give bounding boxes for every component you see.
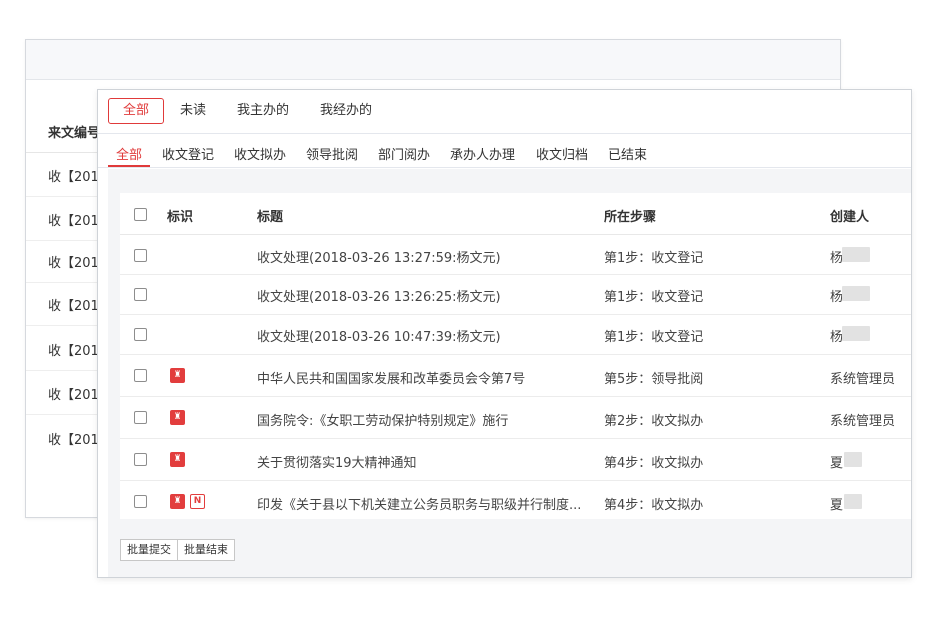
row-checkbox[interactable] (134, 288, 147, 301)
batch-action-bar: 批量提交 批量结束 (120, 539, 235, 561)
document-table: 标识 标题 所在步骤 创建人 收文处理(2018-03-26 13:27:59:… (120, 193, 911, 519)
primary-tab-bar: 全部 未读 我主办的 我经办的 (98, 90, 911, 134)
tab-step-department-review[interactable]: 部门阅办 (378, 144, 430, 163)
row-checkbox[interactable] (134, 495, 147, 508)
table-header: 标识 标题 所在步骤 创建人 (120, 193, 911, 235)
column-header-title: 标题 (257, 210, 284, 225)
row-checkbox[interactable] (134, 369, 147, 382)
row-step: 第1步：收文登记 (604, 251, 704, 266)
tab-step-registration[interactable]: 收文登记 (162, 144, 214, 163)
row-title[interactable]: 国务院令:《女职工劳动保护特别规定》施行 (257, 410, 508, 429)
row-creator: 夏 (830, 456, 844, 471)
tab-step-draft[interactable]: 收文拟办 (234, 144, 286, 163)
redacted-name (842, 326, 870, 341)
row-checkbox[interactable] (134, 411, 147, 424)
tab-hosted-by-me[interactable]: 我主办的 (222, 98, 304, 124)
row-step: 第2步：收文拟办 (604, 414, 704, 429)
row-step: 第4步：收文拟办 (604, 456, 704, 471)
table-row[interactable]: ♜ N 印发《关于县以下机关建立公务员职务与职级并行制度... 第4步：收文拟办… (120, 481, 911, 519)
row-step: 第4步：收文拟办 (604, 498, 704, 513)
tab-step-all[interactable]: 全部 (116, 144, 142, 163)
urgent-icon: ♜ (170, 368, 185, 383)
tab-step-leader-review[interactable]: 领导批阅 (306, 144, 358, 163)
row-title[interactable]: 收文处理(2018-03-26 13:27:59:杨文元) (257, 247, 501, 266)
batch-submit-button[interactable]: 批量提交 (120, 539, 178, 561)
list-area: 标识 标题 所在步骤 创建人 收文处理(2018-03-26 13:27:59:… (108, 169, 911, 577)
secondary-tab-bar: 全部 收文登记 收文拟办 领导批阅 部门阅办 承办人办理 收文归档 已结束 (98, 134, 911, 168)
urgent-icon: ♜ (170, 410, 185, 425)
new-icon: N (190, 494, 205, 509)
table-row[interactable]: 收文处理(2018-03-26 10:47:39:杨文元) 第1步：收文登记 杨 (120, 315, 911, 355)
row-creator: 系统管理员 (830, 414, 896, 429)
tab-all[interactable]: 全部 (108, 98, 165, 124)
row-checkbox[interactable] (134, 328, 147, 341)
redacted-name (842, 247, 870, 262)
tab-step-finished[interactable]: 已结束 (608, 144, 647, 163)
column-header-step: 所在步骤 (604, 210, 657, 225)
background-toolbar (26, 40, 840, 80)
row-step: 第1步：收文登记 (604, 290, 704, 305)
row-step: 第5步：领导批阅 (604, 372, 704, 387)
select-all-checkbox[interactable] (134, 208, 147, 221)
batch-end-button[interactable]: 批量结束 (178, 539, 235, 561)
table-row[interactable]: ♜ 国务院令:《女职工劳动保护特别规定》施行 第2步：收文拟办 系统管理员 (120, 397, 911, 439)
tab-step-archive[interactable]: 收文归档 (536, 144, 588, 163)
redacted-name (844, 494, 862, 509)
row-title[interactable]: 中华人民共和国国家发展和改革委员会令第7号 (257, 368, 525, 387)
tab-step-handler[interactable]: 承办人办理 (450, 144, 515, 163)
urgent-icon: ♜ (170, 452, 185, 467)
row-title[interactable]: 收文处理(2018-03-26 10:47:39:杨文元) (257, 326, 501, 345)
table-row[interactable]: 收文处理(2018-03-26 13:26:25:杨文元) 第1步：收文登记 杨 (120, 275, 911, 315)
redacted-name (844, 452, 862, 467)
document-list-window: 全部 未读 我主办的 我经办的 全部 收文登记 收文拟办 领导批阅 部门阅办 承… (97, 89, 912, 578)
row-creator: 夏 (830, 498, 844, 513)
row-checkbox[interactable] (134, 249, 147, 262)
row-step: 第1步：收文登记 (604, 330, 704, 345)
row-title[interactable]: 收文处理(2018-03-26 13:26:25:杨文元) (257, 286, 501, 305)
column-header-doc-number: 来文编号 (48, 126, 101, 141)
table-row[interactable]: ♜ 中华人民共和国国家发展和改革委员会令第7号 第5步：领导批阅 系统管理员 (120, 355, 911, 397)
tab-unread[interactable]: 未读 (165, 98, 221, 124)
table-row[interactable]: ♜ 关于贯彻落实19大精神通知 第4步：收文拟办 夏 (120, 439, 911, 481)
active-tab-indicator (108, 165, 150, 167)
row-title[interactable]: 关于贯彻落实19大精神通知 (257, 452, 417, 471)
redacted-name (842, 286, 870, 301)
urgent-icon: ♜ (170, 494, 185, 509)
column-header-creator: 创建人 (830, 210, 870, 225)
row-title[interactable]: 印发《关于县以下机关建立公务员职务与职级并行制度... (257, 494, 581, 513)
tab-handled-by-me[interactable]: 我经办的 (305, 98, 387, 124)
table-row[interactable]: 收文处理(2018-03-26 13:27:59:杨文元) 第1步：收文登记 杨 (120, 235, 911, 275)
row-creator: 系统管理员 (830, 372, 896, 387)
column-header-mark: 标识 (167, 210, 194, 225)
row-checkbox[interactable] (134, 453, 147, 466)
